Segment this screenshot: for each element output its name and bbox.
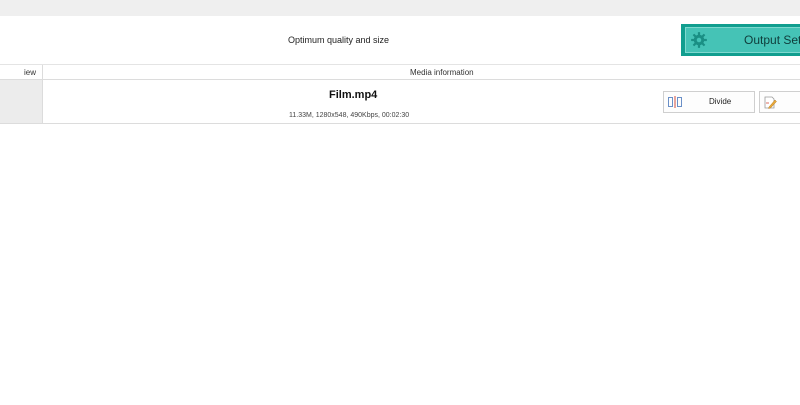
- divide-button[interactable]: Divide: [663, 91, 755, 113]
- toolbar: Optimum quality and size: [0, 16, 800, 64]
- top-strip: [0, 0, 800, 16]
- gear-icon: [691, 32, 707, 48]
- file-name: Film.mp4: [329, 89, 378, 101]
- split-icon: [668, 96, 682, 108]
- output-settings-button[interactable]: Output Setti: [681, 24, 800, 56]
- divide-label: Divide: [709, 97, 732, 106]
- video-thumbnail[interactable]: [0, 80, 43, 123]
- file-details: 11.33M, 1280x548, 490Kbps, 00:02:30: [289, 112, 410, 119]
- edit-file-icon: [764, 96, 777, 109]
- column-header-preview[interactable]: iew: [0, 65, 43, 80]
- output-settings-label: Output Setti: [744, 33, 800, 47]
- table-header: iew Media information: [0, 64, 800, 80]
- column-header-preview-label: iew: [23, 68, 36, 77]
- edit-button[interactable]: [759, 91, 800, 113]
- quality-preset-text: Optimum quality and size: [288, 35, 390, 45]
- output-settings-inner[interactable]: Output Setti: [685, 27, 800, 53]
- column-header-media-information[interactable]: Media information: [410, 68, 474, 77]
